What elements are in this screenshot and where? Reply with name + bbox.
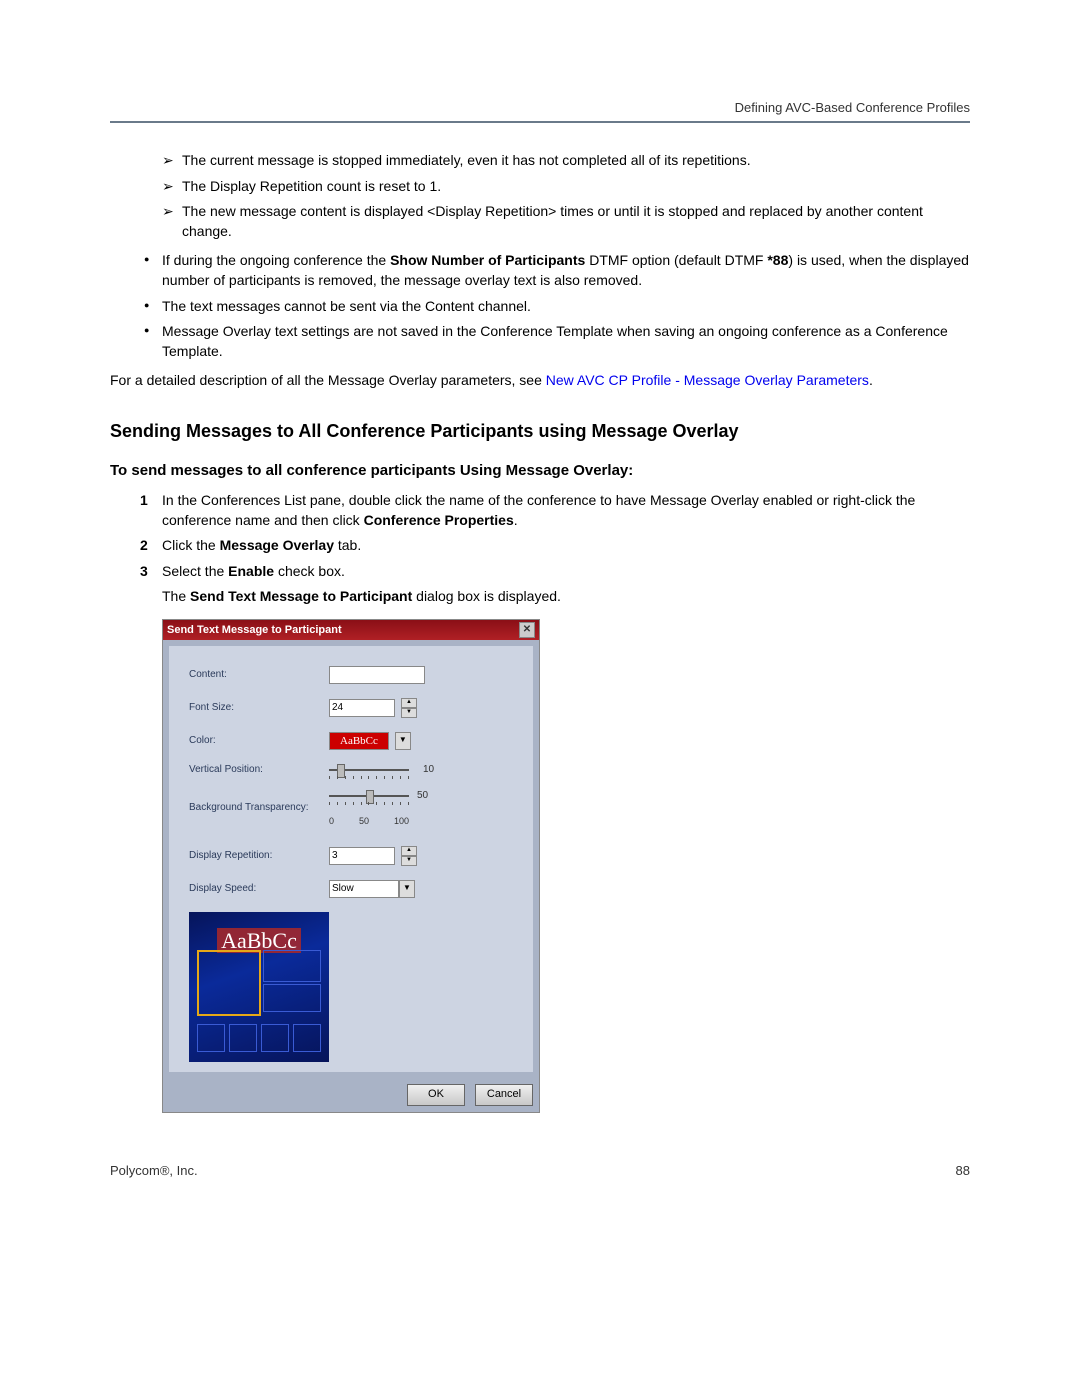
step-item: 1 In the Conferences List pane, double c… (162, 491, 970, 530)
bg-transparency-value: 50 (417, 790, 428, 801)
step-item: 2 Click the Message Overlay tab. (162, 536, 970, 556)
dialog-title: Send Text Message to Participant (167, 624, 342, 636)
bg-transparency-label: Background Transparency: (189, 802, 329, 813)
font-size-input[interactable] (329, 699, 395, 717)
display-repetition-spinner[interactable]: ▲ ▼ (401, 846, 417, 866)
send-text-message-dialog: Send Text Message to Participant ✕ Conte… (162, 619, 540, 1113)
arrow-item: The new message content is displayed <Di… (182, 202, 970, 241)
content-input[interactable] (329, 666, 425, 684)
bullet-item: If during the ongoing conference the Sho… (162, 251, 970, 290)
font-size-spinner[interactable]: ▲ ▼ (401, 698, 417, 718)
steps-list: 1 In the Conferences List pane, double c… (110, 491, 970, 607)
bg-tick-0: 0 (329, 816, 334, 826)
section-heading: Sending Messages to All Conference Parti… (110, 421, 970, 442)
step-item: 3 Select the Enable check box. (162, 562, 970, 582)
vertical-position-label: Vertical Position: (189, 764, 329, 775)
preview-pane-cell (263, 950, 321, 982)
arrow-item: The current message is stopped immediate… (182, 151, 970, 171)
preview-pane-cell (293, 1024, 321, 1052)
page-header-right: Defining AVC-Based Conference Profiles (110, 100, 970, 115)
display-repetition-label: Display Repetition: (189, 850, 329, 861)
bg-transparency-slider[interactable] (329, 790, 409, 802)
close-icon[interactable]: ✕ (519, 622, 535, 638)
preview-pane: AaBbCc (189, 912, 329, 1062)
profile-link[interactable]: New AVC CP Profile - Message Overlay Par… (546, 372, 869, 388)
header-rule (110, 121, 970, 123)
subsection-heading: To send messages to all conference parti… (110, 462, 970, 479)
color-dropdown-icon[interactable]: ▼ (395, 732, 411, 750)
chevron-down-icon[interactable]: ▼ (401, 856, 417, 866)
preview-pane-cell (197, 1024, 225, 1052)
display-speed-label: Display Speed: (189, 883, 329, 894)
preview-pane-cell (261, 1024, 289, 1052)
preview-pane-cell (229, 1024, 257, 1052)
arrow-item: The Display Repetition count is reset to… (182, 177, 970, 197)
bg-tick-50: 50 (359, 816, 369, 826)
page-number: 88 (956, 1163, 970, 1178)
vertical-position-slider[interactable] (329, 764, 409, 776)
font-size-label: Font Size: (189, 702, 329, 713)
dialog-titlebar: Send Text Message to Participant ✕ (163, 620, 539, 640)
preview-active-pane (197, 950, 261, 1016)
color-swatch[interactable]: AaBbCc (329, 732, 389, 750)
chevron-down-icon[interactable]: ▼ (401, 708, 417, 718)
bullet-item: Message Overlay text settings are not sa… (162, 322, 970, 361)
preview-pane-cell (263, 984, 321, 1012)
chevron-up-icon[interactable]: ▲ (401, 698, 417, 708)
display-speed-select[interactable] (329, 880, 399, 898)
step-followup: The Send Text Message to Participant dia… (162, 587, 970, 607)
detail-paragraph: For a detailed description of all the Me… (110, 371, 970, 391)
chevron-up-icon[interactable]: ▲ (401, 846, 417, 856)
bullet-list: If during the ongoing conference the Sho… (110, 251, 970, 361)
bg-tick-100: 100 (394, 816, 409, 826)
color-label: Color: (189, 735, 329, 746)
chevron-down-icon[interactable]: ▼ (399, 880, 415, 898)
content-label: Content: (189, 669, 329, 680)
display-repetition-input[interactable] (329, 847, 395, 865)
cancel-button[interactable]: Cancel (475, 1084, 533, 1106)
bullet-item: The text messages cannot be sent via the… (162, 297, 970, 317)
arrow-list: The current message is stopped immediate… (110, 151, 970, 241)
vertical-position-value: 10 (423, 764, 434, 775)
footer-left: Polycom®, Inc. (110, 1163, 198, 1178)
ok-button[interactable]: OK (407, 1084, 465, 1106)
